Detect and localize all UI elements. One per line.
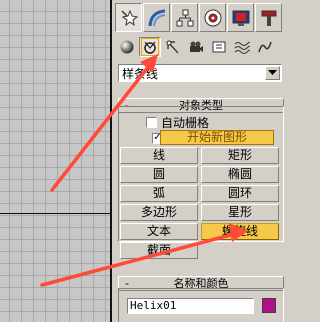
category-shapes[interactable] [139, 37, 161, 57]
category-space-warps[interactable] [231, 37, 253, 57]
command-panel-tabs [115, 3, 282, 35]
category-dropdown-value: 样条线 [122, 66, 159, 81]
auto-grid-option[interactable]: 自动栅格 [146, 115, 210, 130]
hierarchy-tab-icon [176, 9, 193, 26]
space-warps-icon [234, 41, 250, 54]
tab-display[interactable] [227, 3, 254, 32]
geometry-icon [120, 40, 134, 54]
category-dropdown[interactable]: 样条线 [118, 64, 282, 82]
lights-icon [166, 40, 179, 54]
shapes-icon [141, 38, 159, 56]
cameras-icon [190, 41, 203, 52]
object-color-swatch[interactable] [262, 298, 276, 313]
dropdown-arrow[interactable] [265, 66, 280, 80]
tab-motion[interactable] [199, 3, 226, 32]
display-tab-icon [232, 10, 249, 26]
star-button[interactable]: 星形 [201, 204, 279, 221]
category-lights[interactable] [162, 37, 184, 57]
max-screen: 样条线 - 对象类型 自动栅格 ✓ 开始新图形 线 矩形 圆 椭圆 弧 圆环 多… [0, 0, 285, 322]
chevron-down-icon [268, 70, 277, 75]
systems-icon [258, 41, 272, 53]
section-button[interactable]: 截面 [120, 242, 198, 259]
create-category-icons [116, 37, 282, 59]
start-new-shape-button[interactable]: 开始新图形 [160, 130, 274, 145]
create-tab-icon [120, 9, 138, 26]
utilities-tab-icon [261, 10, 276, 26]
auto-grid-label: 自动栅格 [161, 115, 210, 130]
ellipse-button[interactable]: 椭圆 [201, 166, 279, 183]
ngon-button[interactable]: 多边形 [120, 204, 198, 221]
viewport-axis-line [0, 213, 112, 214]
category-geometry[interactable] [116, 37, 138, 57]
object-name-field[interactable]: Helix01 [127, 298, 254, 314]
motion-tab-icon [204, 9, 221, 26]
tab-modify[interactable] [143, 3, 170, 32]
text-button[interactable]: 文本 [120, 223, 198, 240]
tab-hierarchy[interactable] [171, 3, 198, 32]
arc-button[interactable]: 弧 [120, 185, 198, 202]
category-systems[interactable] [254, 37, 276, 57]
helix-button[interactable]: 螺旋线 [201, 223, 279, 240]
helpers-icon [212, 41, 226, 53]
donut-button[interactable]: 圆环 [201, 185, 279, 202]
command-panel: 样条线 - 对象类型 自动栅格 ✓ 开始新图形 线 矩形 圆 椭圆 弧 圆环 多… [112, 0, 285, 322]
modify-tab-icon [148, 9, 165, 26]
tab-utilities[interactable] [255, 3, 282, 32]
viewport[interactable] [0, 0, 112, 322]
rectangle-button[interactable]: 矩形 [201, 147, 279, 164]
category-cameras[interactable] [185, 37, 207, 57]
tab-create[interactable] [115, 3, 142, 32]
category-helpers[interactable] [208, 37, 230, 57]
auto-grid-checkbox[interactable] [146, 116, 157, 128]
line-button[interactable]: 线 [120, 147, 198, 164]
circle-button[interactable]: 圆 [120, 166, 198, 183]
